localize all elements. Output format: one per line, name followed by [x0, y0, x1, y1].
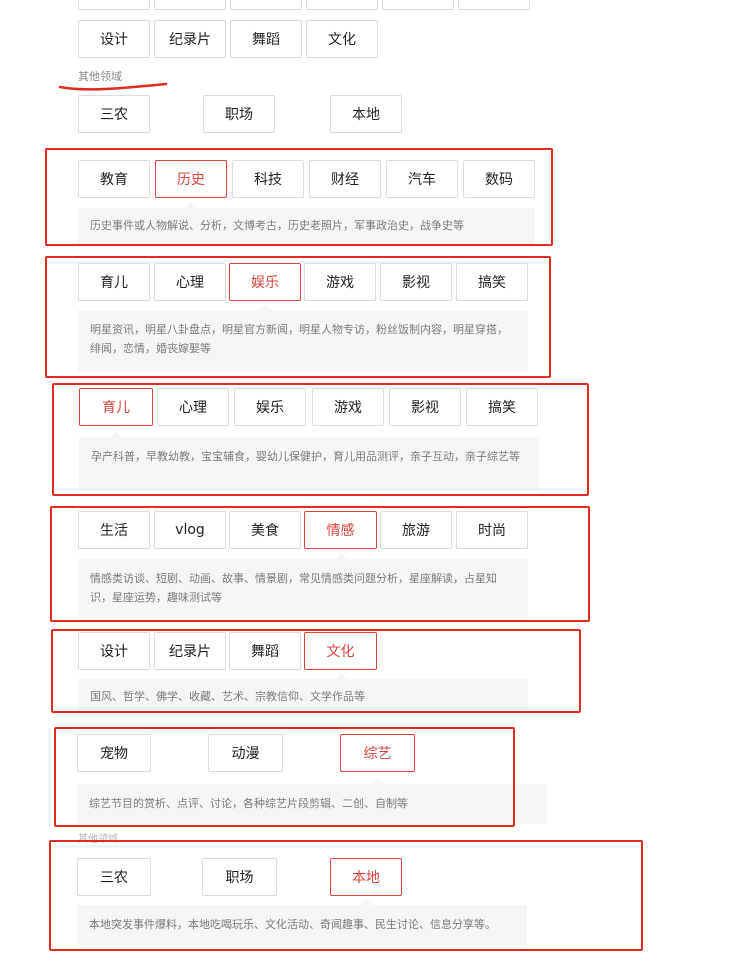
- tag-gaoxiao[interactable]: 搞笑: [466, 388, 538, 426]
- tag-cut[interactable]: [230, 0, 302, 10]
- tag-yingshi[interactable]: 影视: [389, 388, 461, 426]
- description-wenhua: 国风、哲学、佛学、收藏、艺术、宗教信仰、文学作品等: [78, 679, 528, 711]
- tag-sheji[interactable]: 设计: [78, 632, 150, 670]
- tag-chongwu[interactable]: 宠物: [77, 734, 151, 772]
- tag-shuma[interactable]: 数码: [463, 160, 535, 198]
- tag-wenhua[interactable]: 文化: [304, 632, 377, 670]
- description-bendi: 本地突发事件爆料，本地吃喝玩乐、文化活动、奇闻趣事、民生讨论、信息分享等。: [77, 905, 527, 945]
- section-label-other: 其他领域: [78, 834, 118, 845]
- tag-vlog[interactable]: vlog: [154, 511, 226, 549]
- tag-shenghuo[interactable]: 生活: [78, 511, 150, 549]
- tag-qinggan[interactable]: 情感: [304, 511, 377, 549]
- tag-cut[interactable]: [458, 0, 530, 10]
- tag-yingshi[interactable]: 影视: [380, 263, 452, 301]
- tag-yule[interactable]: 娱乐: [229, 263, 301, 301]
- tag-sannong[interactable]: 三农: [77, 858, 151, 896]
- tag-xinli[interactable]: 心理: [154, 263, 226, 301]
- description-zongyi: 综艺节目的赏析、点评、讨论，各种综艺片段剪辑、二创、自制等: [77, 784, 547, 824]
- tag-zongyi[interactable]: 综艺: [340, 734, 415, 772]
- tag-shishang[interactable]: 时尚: [456, 511, 528, 549]
- tag-keji[interactable]: 科技: [232, 160, 304, 198]
- tag-jilupian[interactable]: 纪录片: [154, 20, 226, 58]
- tag-lvyou[interactable]: 旅游: [380, 511, 452, 549]
- tag-bendi[interactable]: 本地: [330, 858, 402, 896]
- tag-qiche[interactable]: 汽车: [386, 160, 458, 198]
- red-underline-annotation: [58, 82, 168, 91]
- tag-cut[interactable]: [78, 0, 150, 10]
- tag-youxi[interactable]: 游戏: [304, 263, 376, 301]
- description-lishi: 历史事件或人物解说、分析，文博考古，历史老照片，军事政治史，战争史等: [78, 208, 535, 244]
- tag-youxi[interactable]: 游戏: [312, 388, 384, 426]
- tag-yule[interactable]: 娱乐: [234, 388, 306, 426]
- tag-wudao[interactable]: 舞蹈: [229, 632, 301, 670]
- tag-cut[interactable]: [306, 0, 378, 10]
- tag-meishi[interactable]: 美食: [229, 511, 301, 549]
- tag-yuer[interactable]: 育儿: [78, 263, 150, 301]
- tag-jilupian[interactable]: 纪录片: [154, 632, 226, 670]
- tag-cut[interactable]: [154, 0, 226, 10]
- tag-yuer[interactable]: 育儿: [79, 388, 153, 426]
- tag-bendi[interactable]: 本地: [330, 95, 402, 133]
- tag-wenhua[interactable]: 文化: [306, 20, 378, 58]
- description-yuer: 孕产科普，早教幼教，宝宝辅食，婴幼儿保健护，育儿用品测评，亲子互动，亲子综艺等: [79, 437, 539, 491]
- tag-zhichang[interactable]: 职场: [203, 95, 275, 133]
- tag-gaoxiao[interactable]: 搞笑: [456, 263, 528, 301]
- tag-sheji[interactable]: 设计: [78, 20, 150, 58]
- tag-sannong[interactable]: 三农: [78, 95, 150, 133]
- tag-zhichang[interactable]: 职场: [202, 858, 277, 896]
- tag-wudao[interactable]: 舞蹈: [230, 20, 302, 58]
- tag-dongman[interactable]: 动漫: [208, 734, 283, 772]
- tag-xinli[interactable]: 心理: [157, 388, 229, 426]
- tag-caijing[interactable]: 财经: [309, 160, 381, 198]
- tag-cut[interactable]: [382, 0, 454, 10]
- tag-jiaoyu[interactable]: 教育: [78, 160, 150, 198]
- description-yule: 明星资讯，明星八卦盘点，明星官方新闻，明星人物专访，粉丝饭制内容，明星穿搭，绯闻…: [78, 310, 528, 372]
- tag-lishi[interactable]: 历史: [155, 160, 227, 198]
- description-qinggan: 情感类访谈、短剧、动画、故事、情景剧，常见情感类问题分析，星座解读，占星知识，星…: [78, 559, 528, 617]
